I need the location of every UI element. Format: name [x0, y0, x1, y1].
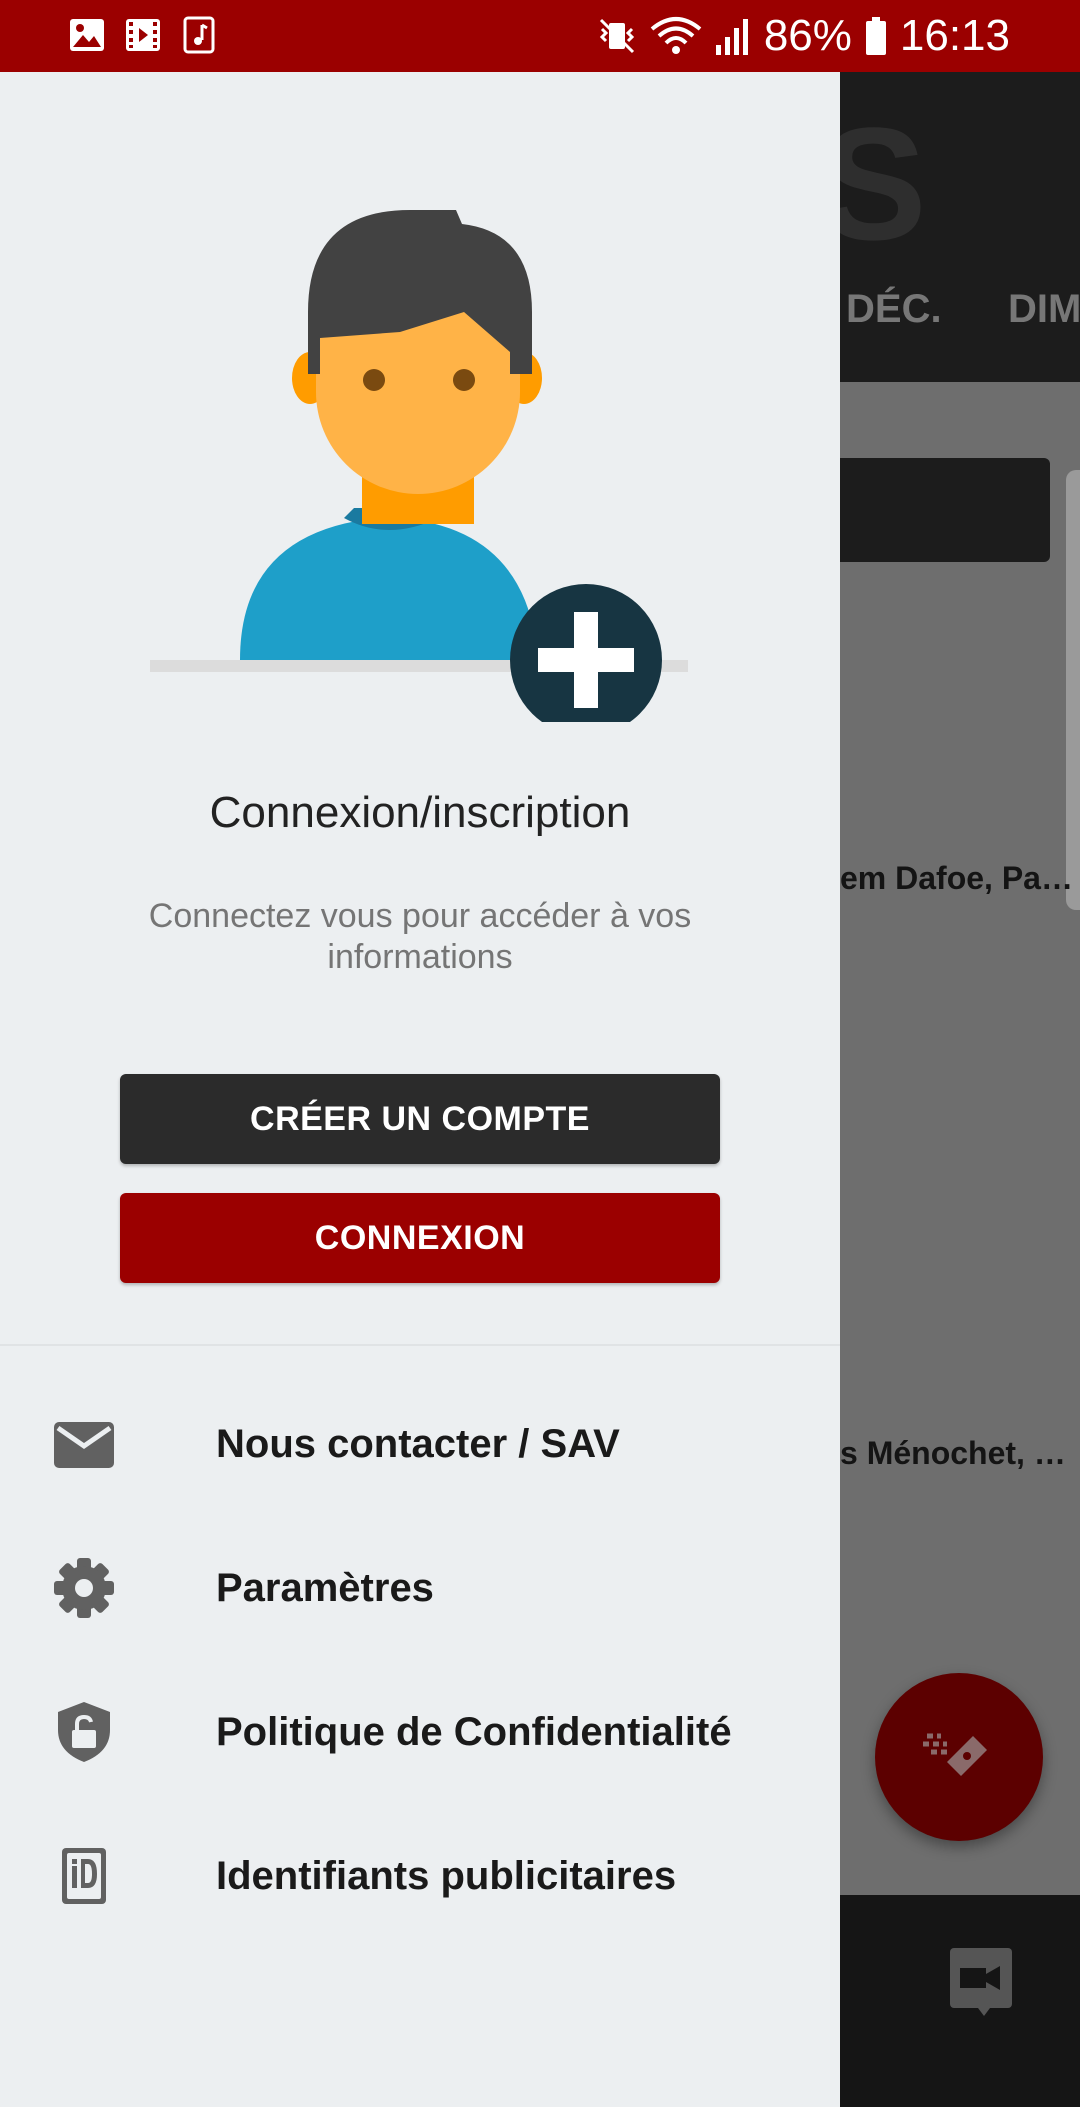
ticket-icon [923, 1733, 987, 1776]
shield-lock-icon [58, 1702, 110, 1762]
menu-item-label: Politique de Confidentialité [216, 1710, 732, 1754]
background-cast-line-1: em Dafoe, Pa… [840, 860, 1073, 896]
background-app: S DÉC. DIM em Dafoe, Pa… s Ménochet, … [820, 72, 1080, 2107]
menu-item-label: Identifiants publicitaires [216, 1854, 677, 1898]
menu-item-privacy[interactable]: Politique de Confidentialité [0, 1660, 840, 1804]
image-notification-icon [70, 19, 104, 51]
vibrate-icon [599, 18, 634, 54]
background-ticket-fab [875, 1673, 1043, 1841]
status-bar: 86% 16:13 [0, 0, 1080, 72]
clock: 16:13 [899, 11, 1010, 60]
music-notification-icon [183, 16, 215, 54]
gear-icon [54, 1558, 114, 1618]
signal-icon [715, 19, 748, 55]
battery-percent: 86% [763, 11, 852, 60]
background-card-edge [1066, 470, 1080, 910]
video-camera-icon [950, 1948, 1012, 2016]
drawer-title: Connexion/inscription [209, 788, 631, 837]
battery-icon [865, 17, 886, 55]
create-account-button[interactable]: CRÉER UN COMPTE [120, 1074, 720, 1164]
id-card-icon [62, 1848, 106, 1904]
mail-icon [54, 1422, 114, 1468]
menu-item-label: Nous contacter / SAV [216, 1422, 620, 1466]
background-cast-line-2: s Ménochet, … [840, 1435, 1066, 1471]
video-notification-icon [126, 19, 160, 51]
drawer-divider [0, 1344, 840, 1346]
add-user-avatar-icon[interactable] [148, 202, 688, 722]
login-button[interactable]: CONNEXION [120, 1193, 720, 1283]
background-tab-1: DÉC. [846, 287, 942, 331]
navigation-drawer: Connexion/inscription Connectez vous pou… [0, 72, 840, 2107]
notification-icons [68, 16, 218, 54]
background-search-bar [840, 458, 1050, 562]
status-indicators: 86% 16:13 [596, 8, 1010, 64]
screen: 86% 16:13 S DÉC. DIM em Dafoe, Pa… s Mén… [0, 0, 1080, 2107]
drawer-subtitle: Connectez vous pour accéder à vos inform… [148, 897, 692, 976]
menu-item-contact[interactable]: Nous contacter / SAV [0, 1372, 840, 1516]
menu-item-settings[interactable]: Paramètres [0, 1516, 840, 1660]
background-tab-2: DIM [1008, 287, 1080, 331]
menu-item-label: Paramètres [216, 1566, 434, 1610]
wifi-icon [650, 17, 702, 54]
menu-item-ad-ids[interactable]: Identifiants publicitaires [0, 1804, 840, 1948]
background-header: S DÉC. DIM [820, 72, 1080, 382]
